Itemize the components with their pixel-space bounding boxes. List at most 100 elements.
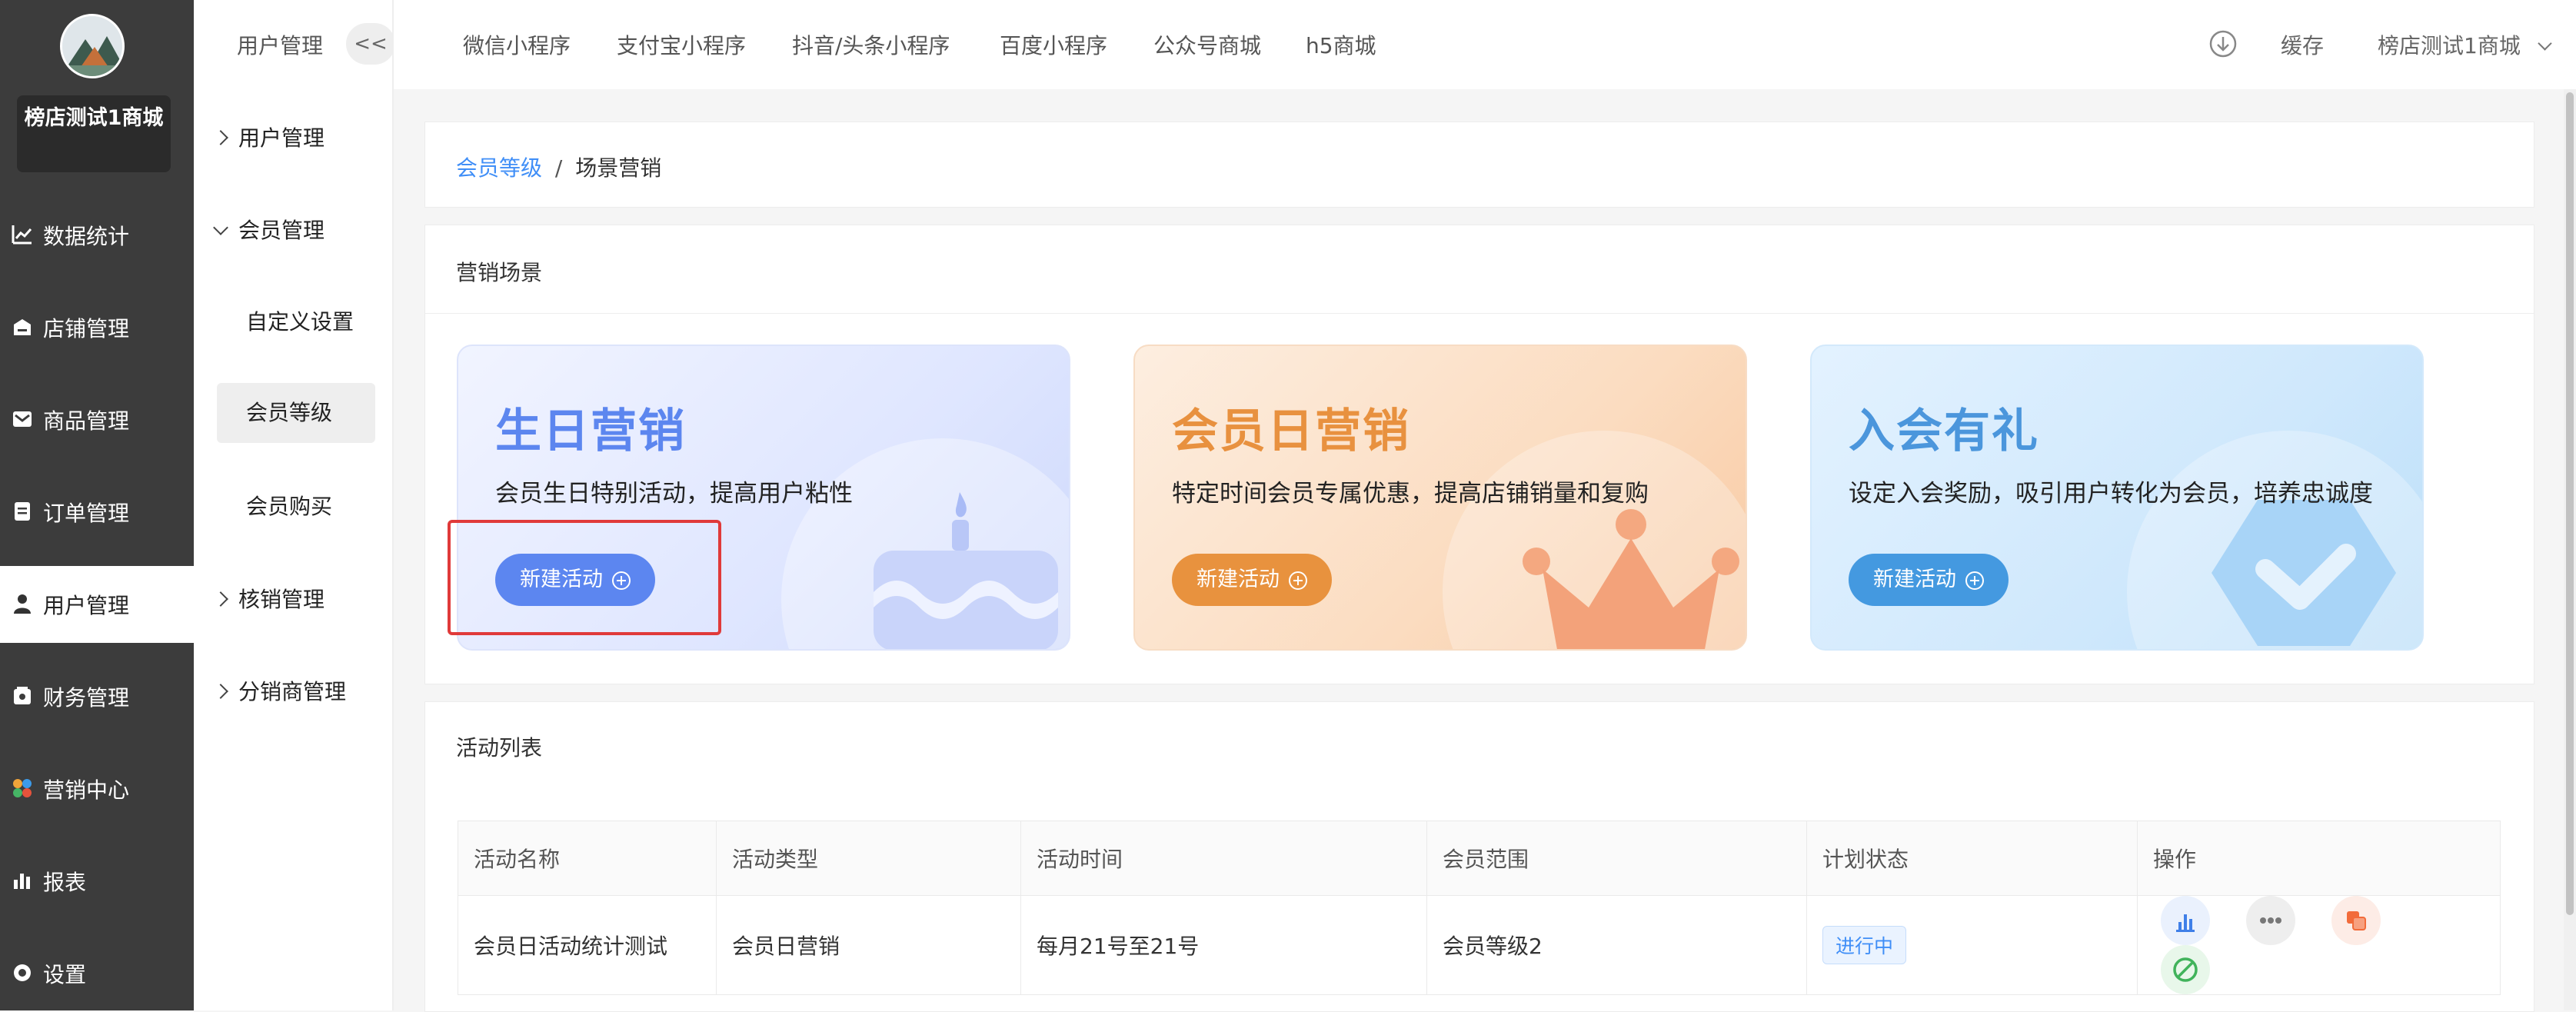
chevron-down-icon	[213, 220, 228, 235]
sub-item-custom-settings[interactable]: 自定义设置	[217, 292, 375, 352]
tab-official-account-mall[interactable]: 公众号商城	[1153, 29, 1261, 60]
sub-group-label: 用户管理	[238, 125, 325, 151]
top-bar: 微信小程序 支付宝小程序 抖音/头条小程序 百度小程序 公众号商城 h5商城 缓…	[394, 0, 2576, 89]
sub-group-label: 核销管理	[238, 587, 325, 612]
chevron-down-icon	[2538, 36, 2552, 51]
report-icon	[11, 869, 34, 892]
store-switcher[interactable]: 榜店测试1商城	[2378, 29, 2552, 60]
cell-activity-time: 每月21号至21号	[1020, 895, 1427, 995]
breadcrumb-link-member-level[interactable]: 会员等级	[456, 155, 542, 181]
activity-list-panel: 活动列表 活动名称 活动类型 活动时间 会员范围 计划状态 操作 会员日活动统计…	[424, 701, 2534, 1012]
shop-name[interactable]: 榜店测试1商城	[17, 95, 171, 172]
sidebar-item-2[interactable]: 商品管理	[0, 381, 194, 458]
cell-activity-type: 会员日营销	[716, 895, 1021, 995]
scene-title: 入会有礼	[1849, 404, 2039, 458]
download-icon[interactable]	[2208, 29, 2238, 58]
sidebar-item-5[interactable]: 财务管理	[0, 658, 194, 735]
order-icon	[11, 500, 34, 523]
chevron-right-icon	[213, 591, 228, 607]
chevron-right-icon	[213, 684, 228, 699]
sidebar-item-label: 数据统计	[43, 224, 130, 249]
new-activity-label: 新建活动	[1873, 568, 1956, 591]
crown-icon	[1523, 509, 1739, 649]
sidebar-item-7[interactable]: 报表	[0, 843, 194, 920]
chart-line-icon	[11, 223, 34, 246]
scene-desc: 会员生日特别活动，提高用户粘性	[495, 480, 853, 508]
cell-plan-status: 进行中	[1806, 895, 2138, 995]
tab-h5-mall[interactable]: h5商城	[1306, 29, 1376, 60]
sidebar-item-label: 营销中心	[43, 777, 130, 803]
tab-alipay-miniprogram[interactable]: 支付宝小程序	[617, 29, 746, 60]
divider	[425, 313, 2534, 314]
sidebar-item-label: 设置	[43, 962, 87, 987]
plus-circle-icon	[1965, 571, 1984, 590]
collapse-sidebar-button[interactable]: <<	[346, 23, 395, 65]
sidebar-item-label: 商品管理	[43, 408, 130, 434]
cell-actions	[2137, 895, 2501, 995]
new-activity-button-join-gift[interactable]: 新建活动	[1849, 554, 2009, 606]
new-activity-label: 新建活动	[1196, 568, 1280, 591]
cache-button[interactable]: 缓存	[2281, 29, 2324, 60]
tab-wechat-miniprogram[interactable]: 微信小程序	[463, 29, 571, 60]
chevron-right-icon	[213, 130, 228, 145]
sidebar-item-8[interactable]: 设置	[0, 935, 194, 1012]
highlight-box	[448, 520, 721, 635]
store-icon	[11, 315, 34, 338]
sub-group-verification-management[interactable]: 核销管理	[213, 583, 325, 614]
sub-group-label: 会员管理	[238, 218, 325, 243]
mail-icon	[11, 408, 34, 431]
column-header: 会员范围	[1426, 821, 1807, 896]
breadcrumb-current: 场景营销	[575, 155, 662, 181]
stats-icon[interactable]	[2161, 896, 2210, 945]
cell-activity-name: 会员日活动统计测试	[458, 895, 717, 995]
column-header: 活动类型	[716, 821, 1021, 896]
disable-icon[interactable]	[2161, 945, 2210, 994]
scene-title: 生日营销	[495, 404, 686, 458]
tab-douyin-miniprogram[interactable]: 抖音/头条小程序	[792, 29, 950, 60]
section-title: 活动列表	[456, 735, 543, 761]
column-header: 活动名称	[458, 821, 717, 896]
sidebar-item-3[interactable]: 订单管理	[0, 474, 194, 551]
section-title: 营销场景	[456, 260, 543, 285]
store-switcher-label: 榜店测试1商城	[2378, 33, 2521, 58]
scene-desc: 设定入会奖励，吸引用户转化为会员，培养忠诚度	[1849, 480, 2373, 508]
table-header-row: 活动名称 活动类型 活动时间 会员范围 计划状态 操作	[458, 821, 2501, 896]
sidebar-item-label: 店铺管理	[43, 316, 130, 341]
sub-sidebar-title: 用户管理	[237, 33, 324, 58]
sub-group-label: 分销商管理	[238, 679, 347, 704]
sub-group-user-management[interactable]: 用户管理	[213, 122, 325, 152]
sidebar-item-4[interactable]: 用户管理	[0, 566, 194, 643]
checkmark-badge-icon	[2212, 500, 2396, 646]
sidebar-item-label: 财务管理	[43, 685, 130, 711]
more-icon[interactable]	[2245, 896, 2295, 945]
breadcrumb-separator: /	[554, 155, 563, 181]
sub-item-member-level[interactable]: 会员等级	[217, 383, 375, 443]
scrollbar-thumb[interactable]	[2566, 92, 2574, 915]
column-header: 计划状态	[1806, 821, 2138, 896]
sidebar-item-1[interactable]: 店铺管理	[0, 289, 194, 366]
marketing-icon	[11, 777, 34, 800]
sidebar-item-label: 报表	[43, 870, 87, 895]
tab-baidu-miniprogram[interactable]: 百度小程序	[1000, 29, 1107, 60]
cell-member-scope: 会员等级2	[1426, 895, 1807, 995]
sidebar-item-0[interactable]: 数据统计	[0, 197, 194, 274]
scrollbar-track[interactable]	[2564, 89, 2576, 1010]
sidebar-item-6[interactable]: 营销中心	[0, 751, 194, 827]
plus-circle-icon	[1289, 571, 1307, 590]
column-header: 活动时间	[1020, 821, 1427, 896]
activity-table: 活动名称 活动类型 活动时间 会员范围 计划状态 操作 会员日活动统计测试 会员…	[458, 821, 2501, 995]
scene-desc: 特定时间会员专属优惠，提高店铺销量和复购	[1172, 480, 1649, 508]
sub-group-distributor-management[interactable]: 分销商管理	[213, 675, 347, 706]
finance-icon	[11, 684, 34, 707]
table-row: 会员日活动统计测试 会员日营销 每月21号至21号 会员等级2 进行中	[458, 895, 2501, 995]
breadcrumb: 会员等级 / 场景营销	[424, 122, 2534, 208]
new-activity-button-member-day[interactable]: 新建活动	[1172, 554, 1332, 606]
sub-group-member-management[interactable]: 会员管理	[213, 214, 325, 245]
sub-item-member-purchase[interactable]: 会员购买	[217, 477, 375, 537]
scene-card-join-gift[interactable]: 入会有礼 设定入会奖励，吸引用户转化为会员，培养忠诚度 新建活动	[1810, 345, 2424, 651]
settings-icon	[11, 961, 34, 984]
copy-icon[interactable]	[2331, 896, 2381, 945]
shop-logo[interactable]	[60, 14, 125, 78]
scene-card-member-day[interactable]: 会员日营销 特定时间会员专属优惠，提高店铺销量和复购 新建活动	[1133, 345, 1747, 651]
sidebar-item-label: 用户管理	[43, 593, 130, 618]
